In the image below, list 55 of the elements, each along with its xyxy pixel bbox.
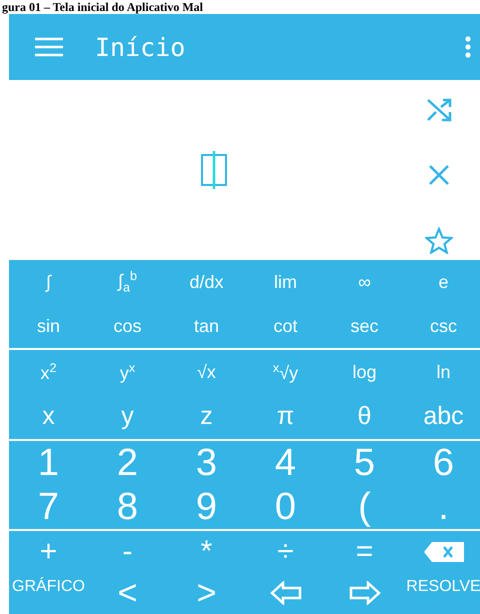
keypad-key[interactable]: sin (9, 304, 88, 348)
keypad-key[interactable]: x$^{2}$ (9, 350, 88, 394)
keypad-key[interactable]: abc (404, 394, 480, 439)
keypad-key[interactable]: 0 (246, 485, 325, 529)
screen-title: Início (95, 32, 186, 62)
keypad-key[interactable]: . (404, 485, 480, 529)
keypad-key[interactable]: e (404, 260, 480, 304)
close-icon[interactable] (428, 164, 450, 186)
keypad-key[interactable]: θ (325, 394, 404, 439)
keypad-key[interactable]: RESOLVE (404, 573, 480, 613)
keypad-key[interactable]: √x (167, 350, 246, 394)
keypad-key[interactable]: - (88, 531, 167, 573)
keypad-key[interactable]: < (88, 573, 167, 613)
keypad-key[interactable]: 8 (88, 485, 167, 529)
keypad-key[interactable]: ( (325, 485, 404, 529)
keypad-key[interactable]: log (325, 350, 404, 394)
keypad-key[interactable]: cos (88, 304, 167, 348)
keypad-key[interactable]: π (246, 394, 325, 439)
keypad-key[interactable]: 5 (325, 441, 404, 485)
keypad-key[interactable]: 1 (9, 441, 88, 485)
figure-caption: gura 01 – Tela inicial do Aplicativo Mal (2, 0, 204, 14)
text-cursor-icon (200, 150, 228, 190)
keypad-key[interactable]: tan (167, 304, 246, 348)
star-icon[interactable] (425, 227, 453, 254)
keypad-key[interactable]: 6 (404, 441, 480, 485)
keypad-key[interactable]: GRÁFICO (9, 573, 88, 613)
more-options-icon[interactable] (465, 36, 471, 58)
right-arrow-icon (348, 581, 380, 605)
keypad-key[interactable]: ∞ (325, 260, 404, 304)
keypad-key[interactable]: d/dx (167, 260, 246, 304)
keypad-key[interactable]: > (167, 573, 246, 613)
keypad-key[interactable]: x (9, 394, 88, 439)
backspace-icon (424, 542, 464, 562)
keypad-key[interactable]: 7 (9, 485, 88, 529)
keypad-key[interactable]: 4 (246, 441, 325, 485)
keypad-key[interactable]: + (9, 531, 88, 573)
keypad-key[interactable]: 2 (88, 441, 167, 485)
keypad-key[interactable]: z (167, 394, 246, 439)
keypad-key[interactable]: y (88, 394, 167, 439)
keypad-key[interactable]: lim (246, 260, 325, 304)
left-arrow-icon (270, 581, 302, 605)
keypad-key[interactable]: 9 (167, 485, 246, 529)
keypad-key[interactable]: = (325, 531, 404, 573)
keypad-key[interactable]: cot (246, 304, 325, 348)
keypad-key[interactable]: ∫ (9, 260, 88, 304)
keypad-key[interactable]: 3 (167, 441, 246, 485)
keypad-key[interactable]: ÷ (246, 531, 325, 573)
keypad-key[interactable]: ln (404, 350, 480, 394)
keypad-key[interactable]: $^{x}$√y (246, 350, 325, 394)
menu-icon[interactable] (35, 37, 63, 57)
keypad-key[interactable]: csc (404, 304, 480, 348)
keypad-key[interactable]: y$^{x}$ (88, 350, 167, 394)
keypad-key[interactable]: * (167, 531, 246, 573)
shuffle-icon[interactable] (426, 98, 452, 122)
keypad-key[interactable]: sec (325, 304, 404, 348)
